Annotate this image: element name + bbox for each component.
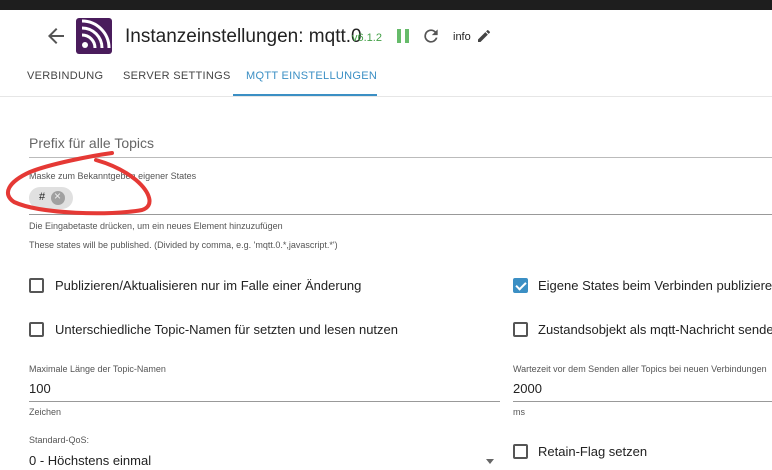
arrow-left-icon[interactable]: [44, 24, 68, 48]
retain-flag-label: Retain-Flag setzen: [538, 444, 648, 459]
mask-chip-text: #: [39, 191, 46, 203]
dialog-header: Instanzeinstellungen: mqtt.0 v6.1.2 info: [0, 10, 772, 62]
own-states-on-connect-checkbox[interactable]: [513, 278, 528, 293]
annotation-circle: [5, 151, 152, 216]
max-topic-length-underline: [29, 401, 500, 402]
page-title: Instanzeinstellungen: mqtt.0: [125, 26, 362, 47]
tab-server-settings[interactable]: SERVER SETTINGS: [123, 70, 231, 82]
tab-verbindung[interactable]: VERBINDUNG: [27, 70, 103, 82]
publish-on-change-label: Publizieren/Aktualisieren nur im Falle e…: [55, 278, 362, 293]
wait-time-input[interactable]: 2000: [513, 381, 542, 396]
own-states-on-connect-label: Eigene States beim Verbinden publizieren: [538, 278, 772, 293]
mask-helper-enter: Die Eingabetaste drücken, um ein neues E…: [29, 221, 283, 231]
chevron-down-icon[interactable]: [486, 459, 494, 464]
reload-icon[interactable]: [421, 26, 441, 46]
mqtt-logo: [76, 18, 112, 54]
max-topic-length-input[interactable]: 100: [29, 381, 51, 396]
prefix-input[interactable]: Prefix für alle Topics: [29, 135, 154, 151]
version-badge: v6.1.2: [352, 32, 382, 44]
wait-time-underline: [513, 401, 772, 402]
qos-label: Standard-QoS:: [29, 435, 90, 445]
active-tab-indicator: [233, 94, 377, 96]
wait-time-helper: ms: [513, 407, 525, 417]
retain-flag-checkbox[interactable]: [513, 444, 528, 459]
wait-time-label: Wartezeit vor dem Senden aller Topics be…: [513, 364, 767, 374]
max-topic-length-helper: Zeichen: [29, 407, 62, 417]
state-object-as-message-label: Zustandsobjekt als mqtt-Nachricht senden: [538, 322, 772, 337]
mask-label: Maske zum Bekanntgeben eigener States: [29, 171, 197, 181]
pause-icon[interactable]: [395, 27, 411, 45]
different-topic-names-checkbox[interactable]: [29, 322, 44, 337]
tab-mqtt-einstellungen[interactable]: MQTT EINSTELLUNGEN: [246, 70, 377, 82]
chip-delete-icon[interactable]: [51, 189, 65, 205]
pencil-icon[interactable]: [476, 28, 492, 44]
prefix-underline: [29, 157, 772, 158]
different-topic-names-label: Unterschiedliche Topic-Namen für setzten…: [55, 322, 399, 337]
state-object-as-message-checkbox[interactable]: [513, 322, 528, 337]
top-bar: [0, 0, 772, 10]
info-label: info: [453, 31, 471, 43]
tab-bar: VERBINDUNG SERVER SETTINGS MQTT EINSTELL…: [0, 62, 772, 97]
qos-select[interactable]: 0 - Höchstens einmal: [29, 453, 151, 468]
mask-chip: #: [29, 187, 73, 209]
mask-input-underline[interactable]: [29, 214, 772, 215]
max-topic-length-label: Maximale Länge der Topic-Namen: [29, 364, 166, 374]
mask-helper-published: These states will be published. (Divided…: [29, 240, 338, 250]
publish-on-change-checkbox[interactable]: [29, 278, 44, 293]
